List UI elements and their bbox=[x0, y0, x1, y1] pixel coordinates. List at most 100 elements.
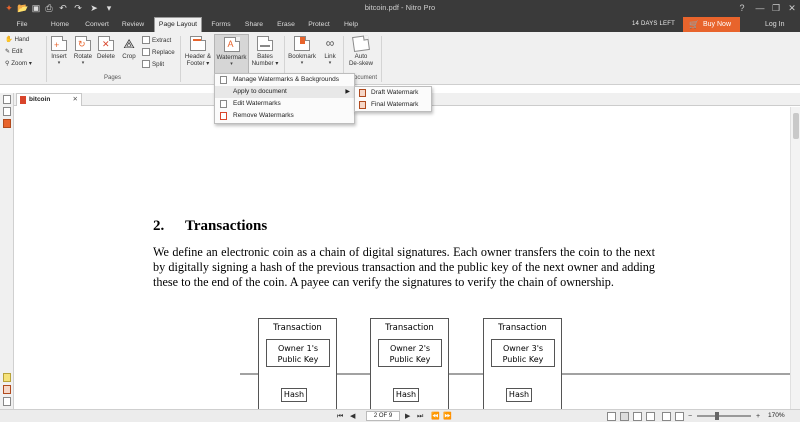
bates-label-2: Number bbox=[251, 60, 274, 67]
header-footer-button[interactable]: Header & Footer ▾ bbox=[183, 36, 213, 67]
bates-number-button[interactable]: Bates Number ▾ bbox=[250, 36, 280, 67]
login-link[interactable]: Log In bbox=[765, 17, 784, 32]
replace-icon bbox=[142, 48, 150, 57]
document-view[interactable]: 2. Transactions We define an electronic c… bbox=[15, 107, 790, 409]
vertical-scrollbar[interactable] bbox=[790, 107, 800, 409]
menu-item-label: Edit Watermarks bbox=[233, 100, 281, 107]
first-page-icon[interactable]: ⏮ bbox=[337, 412, 343, 421]
hand-icon: ✋ bbox=[5, 36, 13, 43]
crop-label: Crop bbox=[122, 53, 136, 60]
watermark-icon: A bbox=[223, 37, 240, 52]
rotate-button[interactable]: ↻ Rotate ▾ bbox=[72, 36, 94, 67]
tab-forms[interactable]: Forms bbox=[208, 17, 234, 32]
link-button[interactable]: ∞ Link ▾ bbox=[320, 36, 340, 67]
zoom-out-icon[interactable]: − bbox=[688, 412, 692, 421]
crop-button[interactable]: ⟁ Crop bbox=[118, 36, 140, 60]
previous-view-icon[interactable]: ⏪ bbox=[431, 412, 440, 421]
watermark-label: Watermark bbox=[216, 54, 247, 61]
transaction-label: Transaction bbox=[273, 323, 322, 333]
menu-item-final-watermark[interactable]: Final Watermark bbox=[355, 99, 431, 111]
header-footer-label: Header & bbox=[184, 53, 212, 60]
extract-button[interactable]: Extract bbox=[142, 36, 171, 46]
continuous-view-icon[interactable] bbox=[620, 412, 629, 421]
fit-width-icon[interactable] bbox=[662, 412, 671, 421]
window-title: bitcoin.pdf - Nitro Pro bbox=[364, 3, 436, 12]
deskew-label: De-skew bbox=[348, 60, 374, 67]
delete-page-icon: ✕ bbox=[98, 36, 114, 51]
tab-share[interactable]: Share bbox=[240, 17, 268, 32]
auto-deskew-button[interactable]: Auto De-skew bbox=[346, 34, 376, 67]
document-tab[interactable]: bitcoin ✕ bbox=[16, 93, 82, 106]
final-watermark-icon bbox=[359, 101, 366, 109]
watermark-button[interactable]: A Watermark ▾ bbox=[214, 34, 249, 75]
delete-button[interactable]: ✕ Delete bbox=[95, 36, 117, 60]
help-icon[interactable]: ? bbox=[733, 1, 751, 15]
submenu-item-label: Final Watermark bbox=[371, 101, 419, 108]
edit-tool[interactable]: ✎ Edit bbox=[5, 47, 23, 57]
tab-protect[interactable]: Protect bbox=[304, 17, 334, 32]
tab-erase[interactable]: Erase bbox=[272, 17, 300, 32]
zoom-in-icon[interactable]: + bbox=[756, 412, 760, 421]
delete-label: Delete bbox=[97, 53, 115, 60]
insert-label: Insert bbox=[51, 53, 67, 60]
transaction-box: Transaction Owner 1's Public Key Hash bbox=[258, 318, 337, 409]
transaction-box: Transaction Owner 3's Public Key Hash bbox=[483, 318, 562, 409]
deskew-icon bbox=[352, 34, 370, 53]
tab-convert[interactable]: Convert bbox=[80, 17, 114, 32]
ribbon-separator bbox=[46, 36, 47, 82]
tab-help[interactable]: Help bbox=[340, 17, 362, 32]
link-icon: ∞ bbox=[325, 36, 335, 50]
title-bar: ✦ 📂 ▣ ⎙ ↶ ↷ ➤ ▾ bitcoin.pdf - Nitro Pro … bbox=[0, 0, 800, 17]
replace-button[interactable]: Replace bbox=[142, 48, 175, 58]
manage-watermarks-icon bbox=[220, 76, 227, 84]
menu-item-remove-watermarks[interactable]: Remove Watermarks bbox=[215, 110, 354, 122]
extract-icon bbox=[142, 36, 150, 45]
tab-file[interactable]: File bbox=[10, 17, 34, 32]
hand-tool[interactable]: ✋ Hand bbox=[5, 35, 29, 45]
insert-button[interactable]: + Insert ▾ bbox=[48, 36, 70, 67]
last-page-icon[interactable]: ⏭ bbox=[417, 412, 423, 421]
edit-watermarks-icon bbox=[220, 100, 227, 108]
auto-label: Auto bbox=[354, 53, 368, 60]
signatures-panel-icon[interactable] bbox=[3, 385, 11, 394]
menu-item-draft-watermark[interactable]: Draft Watermark bbox=[355, 87, 431, 99]
close-icon[interactable]: ✕ bbox=[783, 1, 800, 15]
ribbon: ✋ Hand ✎ Edit ⚲ Zoom ▾ + Insert ▾ ↻ Rotat… bbox=[0, 32, 800, 85]
split-button[interactable]: Split bbox=[142, 60, 164, 70]
zoom-slider[interactable] bbox=[697, 415, 751, 417]
facing-view-icon[interactable] bbox=[633, 412, 642, 421]
bookmarks-panel-icon[interactable] bbox=[3, 107, 11, 116]
menu-item-apply-to-document[interactable]: Apply to document ▶ bbox=[215, 86, 354, 98]
fit-page-icon[interactable] bbox=[675, 412, 684, 421]
page-number-field[interactable]: 2 OF 9 bbox=[366, 411, 400, 421]
owner-name: Owner 3's bbox=[502, 344, 544, 353]
tab-page-layout[interactable]: Page Layout bbox=[154, 17, 202, 32]
menu-item-label: Apply to document bbox=[233, 88, 287, 95]
buy-now-button[interactable]: 🛒 Buy Now bbox=[683, 17, 740, 32]
owner-public-key-box: Owner 2's Public Key bbox=[378, 339, 442, 367]
next-page-icon[interactable]: ▶ bbox=[405, 412, 410, 421]
comments-panel-icon[interactable] bbox=[3, 373, 11, 382]
output-panel-icon[interactable] bbox=[3, 397, 11, 406]
scrollbar-thumb[interactable] bbox=[793, 113, 799, 139]
left-side-panel bbox=[0, 93, 14, 409]
zoom-slider-handle[interactable] bbox=[715, 412, 719, 420]
split-icon bbox=[142, 60, 150, 69]
bates-number-icon bbox=[257, 36, 273, 51]
facing-continuous-view-icon[interactable] bbox=[646, 412, 655, 421]
close-tab-icon[interactable]: ✕ bbox=[73, 94, 78, 106]
bookmark-button[interactable]: Bookmark ▾ bbox=[286, 36, 318, 67]
hand-label: Hand bbox=[14, 36, 30, 43]
tab-home[interactable]: Home bbox=[46, 17, 74, 32]
previous-page-icon[interactable]: ◀ bbox=[350, 412, 355, 421]
bookmark-icon bbox=[294, 36, 310, 51]
menu-item-edit-watermarks[interactable]: Edit Watermarks bbox=[215, 98, 354, 110]
single-page-view-icon[interactable] bbox=[607, 412, 616, 421]
zoom-tool[interactable]: ⚲ Zoom ▾ bbox=[5, 59, 32, 69]
owner-name: Owner 1's bbox=[277, 344, 319, 353]
next-view-icon[interactable]: ⏩ bbox=[443, 412, 452, 421]
attachments-panel-icon[interactable] bbox=[3, 119, 11, 128]
tab-review[interactable]: Review bbox=[118, 17, 148, 32]
menu-item-manage-watermarks[interactable]: Manage Watermarks & Backgrounds bbox=[215, 74, 354, 86]
pages-panel-icon[interactable] bbox=[3, 95, 11, 104]
